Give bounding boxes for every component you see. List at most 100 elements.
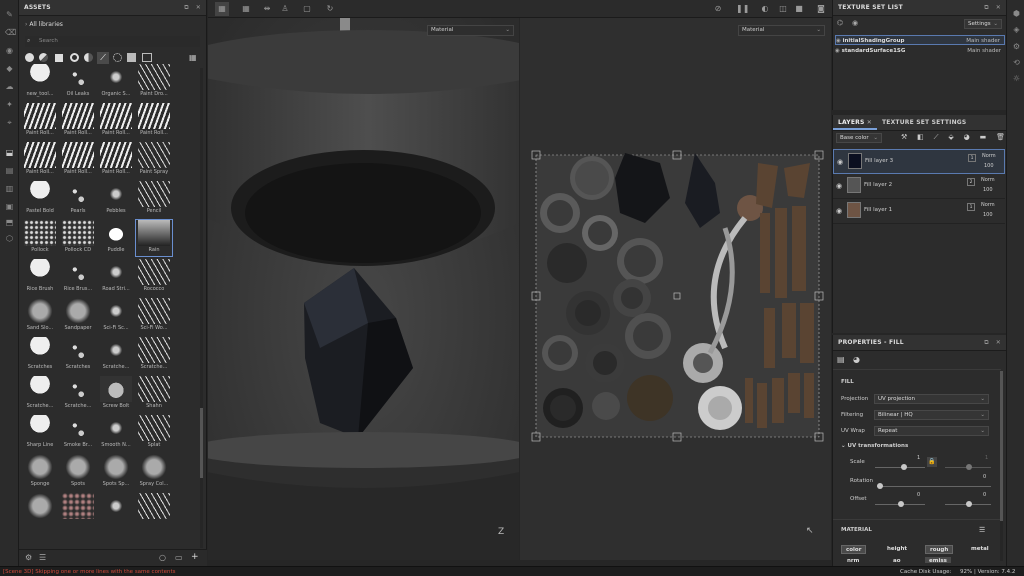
video-icon[interactable]: ■ xyxy=(794,4,804,14)
offset-value-u[interactable]: 0 xyxy=(917,492,920,498)
asset-item[interactable] xyxy=(60,493,96,529)
visibility-off-icon[interactable]: ⊘ xyxy=(713,4,723,14)
add-folder-icon[interactable]: ▬ xyxy=(980,133,987,143)
asset-item[interactable]: Rice Brus... xyxy=(60,259,96,295)
projection-icon[interactable]: ◉ xyxy=(5,46,14,55)
layer-row[interactable]: ◉ Fill layer 3 1 Norm 100 xyxy=(833,149,1005,174)
filter-generator-icon[interactable] xyxy=(84,53,93,62)
channel-chip-ao[interactable]: ao xyxy=(889,557,905,563)
asset-item[interactable]: Pencil xyxy=(136,181,172,217)
scale-slider-v[interactable] xyxy=(945,464,991,470)
viewport-3d[interactable]: Material ⌄ Z xyxy=(208,18,519,560)
geometry-mask-icon[interactable]: ◆ xyxy=(5,64,14,73)
filtering-dropdown[interactable]: Bilinear | HQ ⌄ xyxy=(874,410,989,420)
link-icon[interactable]: ⌬ xyxy=(837,19,843,27)
scrollbar-thumb[interactable] xyxy=(1000,371,1003,521)
channel-chip-metal[interactable]: metal xyxy=(967,545,993,554)
asset-item[interactable]: Paint Dro... xyxy=(136,64,172,100)
asset-item[interactable]: Sand Slo... xyxy=(22,298,58,334)
close-icon[interactable]: ✕ xyxy=(996,339,1001,347)
opacity-value[interactable]: 100 xyxy=(984,163,994,169)
channel-chip-emiss[interactable]: emiss xyxy=(925,557,951,563)
asset-item[interactable]: Pebbles xyxy=(98,181,134,217)
asset-item[interactable]: Rain xyxy=(135,219,173,257)
eye-icon[interactable]: ◉ xyxy=(852,19,858,27)
blend-mode-dropdown[interactable]: Norm xyxy=(982,153,996,159)
asset-item[interactable]: Splat xyxy=(136,415,172,451)
asset-item[interactable]: Smoke Br... xyxy=(60,415,96,451)
blend-mode-dropdown[interactable]: Norm xyxy=(981,202,995,208)
asset-item[interactable]: Scratche... xyxy=(98,337,134,373)
asset-item[interactable]: Scratche... xyxy=(136,337,172,373)
eye-icon[interactable]: ◉ xyxy=(837,158,843,166)
channel-dropdown[interactable]: Base color ⌄ xyxy=(836,133,882,143)
layer-row[interactable]: ◉ Fill layer 1 1 Norm 100 xyxy=(833,199,1005,224)
material-properties-icon[interactable]: ◕ xyxy=(853,355,860,364)
asset-item[interactable]: Scratche... xyxy=(22,376,58,412)
asset-item[interactable]: Sharp Line xyxy=(22,415,58,451)
asset-item[interactable]: Rococco xyxy=(136,259,172,295)
opacity-value[interactable]: 100 xyxy=(983,212,993,218)
asset-item[interactable]: Sponge xyxy=(22,454,58,490)
blend-mode-dropdown[interactable]: Norm xyxy=(981,177,995,183)
offset-value-v[interactable]: 0 xyxy=(983,492,986,498)
uv-wrap-dropdown[interactable]: Repeat ⌄ xyxy=(874,426,989,436)
asset-item[interactable]: Rice Brush xyxy=(22,259,58,295)
texture-set-shader[interactable]: Main shader xyxy=(966,36,1000,46)
slider-knob[interactable] xyxy=(966,501,972,507)
shelf-icon[interactable]: ▤ xyxy=(5,166,14,175)
eye-icon[interactable]: ◉ xyxy=(836,207,842,215)
asset-item[interactable]: Paint Roll... xyxy=(98,103,134,139)
asset-item[interactable]: Spots Sp... xyxy=(98,454,134,490)
symmetry-icon[interactable]: ⇹ xyxy=(262,4,272,14)
lock-icon[interactable]: 🔒 xyxy=(927,457,937,467)
display-icon[interactable]: ▣ xyxy=(5,202,14,211)
figure-icon[interactable]: ♙ xyxy=(280,4,290,14)
breadcrumb[interactable]: › All libraries xyxy=(25,21,63,28)
texture-set-row[interactable]: ◉ standardSurface1SG Main shader xyxy=(835,46,1005,56)
uv-transformations-toggle[interactable]: ⌄ UV transformations xyxy=(841,443,908,449)
slider-knob[interactable] xyxy=(898,501,904,507)
texture-set-shader[interactable]: Main shader xyxy=(967,46,1001,56)
filter-environment-icon[interactable] xyxy=(127,53,136,62)
camera-mode-icon[interactable]: ◐ xyxy=(760,4,770,14)
channel-chip-rough[interactable]: rough xyxy=(925,545,954,554)
pause-icon[interactable]: ❚❚ xyxy=(736,4,749,14)
asset-item[interactable]: Scratche... xyxy=(60,376,96,412)
asset-item[interactable]: Paint Roll... xyxy=(98,142,134,178)
popout-icon[interactable]: ⧉ xyxy=(984,339,988,347)
channel-chip-color[interactable]: color xyxy=(841,545,867,554)
render-icon[interactable]: ◫ xyxy=(778,4,788,14)
asset-item[interactable]: Puddle xyxy=(98,220,134,256)
smudge-icon[interactable]: ☁ xyxy=(5,82,14,91)
asset-item[interactable]: Road Stri... xyxy=(98,259,134,295)
asset-item[interactable]: Paint Roll... xyxy=(60,142,96,178)
add-fill-layer-icon[interactable]: ⬙ xyxy=(948,133,953,143)
tab-texture-set-settings[interactable]: TEXTURE SET SETTINGS xyxy=(877,119,971,126)
rotation-value[interactable]: 0 xyxy=(983,474,986,480)
popout-icon[interactable]: ⧉ xyxy=(984,4,988,12)
close-icon[interactable]: ✕ xyxy=(196,4,201,12)
history-icon[interactable]: ▥ xyxy=(5,184,14,193)
search-input[interactable]: Search xyxy=(39,38,58,44)
add-mask-icon[interactable]: ◧ xyxy=(917,133,924,143)
filter-smart-material-icon[interactable] xyxy=(39,53,48,62)
filter-mask-icon[interactable] xyxy=(70,53,79,62)
channel-chip-nrm[interactable]: nrm xyxy=(843,557,863,563)
properties-icon[interactable]: ⚙ xyxy=(1012,42,1021,51)
filter-brush-icon[interactable]: ⟋ xyxy=(97,52,109,64)
tab-layers[interactable]: LAYERS ✕ xyxy=(833,115,878,130)
layers-icon[interactable]: ◈ xyxy=(1012,25,1021,34)
eraser-icon[interactable]: ⌫ xyxy=(5,28,16,37)
paint-brush-icon[interactable]: ✎ xyxy=(5,10,14,19)
asset-item[interactable]: Sci-Fi Sc... xyxy=(98,298,134,334)
settings-dropdown[interactable]: Settings ⌄ xyxy=(964,19,1002,29)
channel-chip-height[interactable]: height xyxy=(883,545,911,554)
screenshot-icon[interactable]: ◙ xyxy=(816,4,826,14)
asset-item[interactable]: Spots xyxy=(60,454,96,490)
rotation-slider[interactable] xyxy=(877,483,991,489)
add-icon[interactable]: + xyxy=(191,552,199,562)
asset-item[interactable] xyxy=(136,493,172,529)
texture-set-row[interactable]: ◉ initialShadingGroup Main shader xyxy=(835,35,1005,45)
asset-item[interactable]: Scratches xyxy=(60,337,96,373)
